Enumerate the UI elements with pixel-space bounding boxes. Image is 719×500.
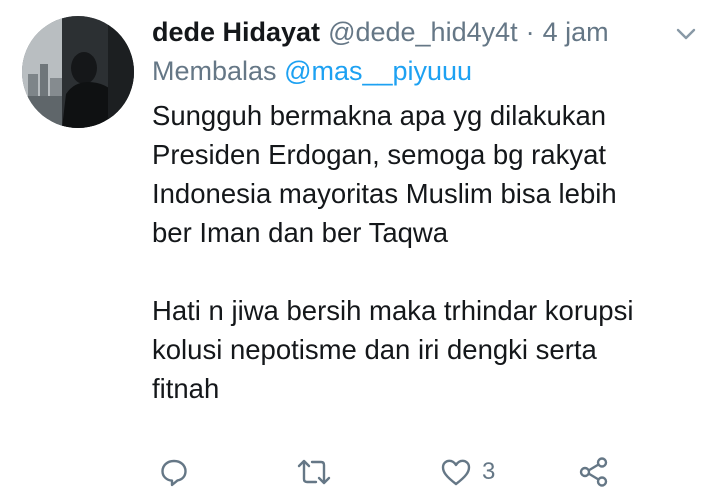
tweet-line: fitnah [152, 373, 220, 404]
reply-mention-link[interactable]: @mas__piyuuu [284, 56, 472, 86]
tweet-line: ber Iman dan ber Taqwa [152, 217, 449, 248]
like-button[interactable]: 3 [440, 450, 495, 494]
reply-icon [159, 457, 189, 487]
display-name[interactable]: dede Hidayat [152, 17, 320, 48]
retweet-icon [296, 457, 332, 487]
tweet-line: Presiden Erdogan, semoga bg rakyat [152, 139, 607, 170]
retweet-button[interactable] [296, 450, 332, 494]
separator-dot: · [525, 16, 535, 47]
tweet-line: Hati n jiwa bersih maka trhindar korupsi [152, 295, 634, 326]
tweet-header: dede Hidayat @dede_hid4y4t · 4 jam [152, 14, 609, 50]
tweet-line: Sungguh bermakna apa yg dilakukan [152, 100, 607, 131]
share-icon [578, 456, 610, 488]
user-handle[interactable]: @dede_hid4y4t [328, 17, 518, 48]
tweet-paragraph-2: Hati n jiwa bersih maka trhindar korupsi… [152, 291, 697, 408]
reply-prefix: Membalas [152, 56, 277, 86]
like-count: 3 [482, 458, 496, 485]
chevron-down-icon[interactable] [674, 22, 698, 46]
tweet-paragraph-1: Sungguh bermakna apa yg dilakukan Presid… [152, 96, 697, 252]
tweet-text: Sungguh bermakna apa yg dilakukan Presid… [152, 96, 697, 408]
tweet-line: kolusi nepotisme dan iri dengki serta [152, 334, 597, 365]
avatar[interactable] [22, 16, 134, 128]
heart-icon [440, 457, 472, 487]
share-button[interactable] [578, 450, 610, 494]
reply-context: Membalas @mas__piyuuu [152, 56, 472, 87]
tweet-actions: 3 [0, 450, 719, 494]
timestamp[interactable]: 4 jam [543, 17, 609, 48]
reply-button[interactable] [159, 450, 189, 494]
tweet-line: Indonesia mayoritas Muslim bisa lebih [152, 178, 617, 209]
